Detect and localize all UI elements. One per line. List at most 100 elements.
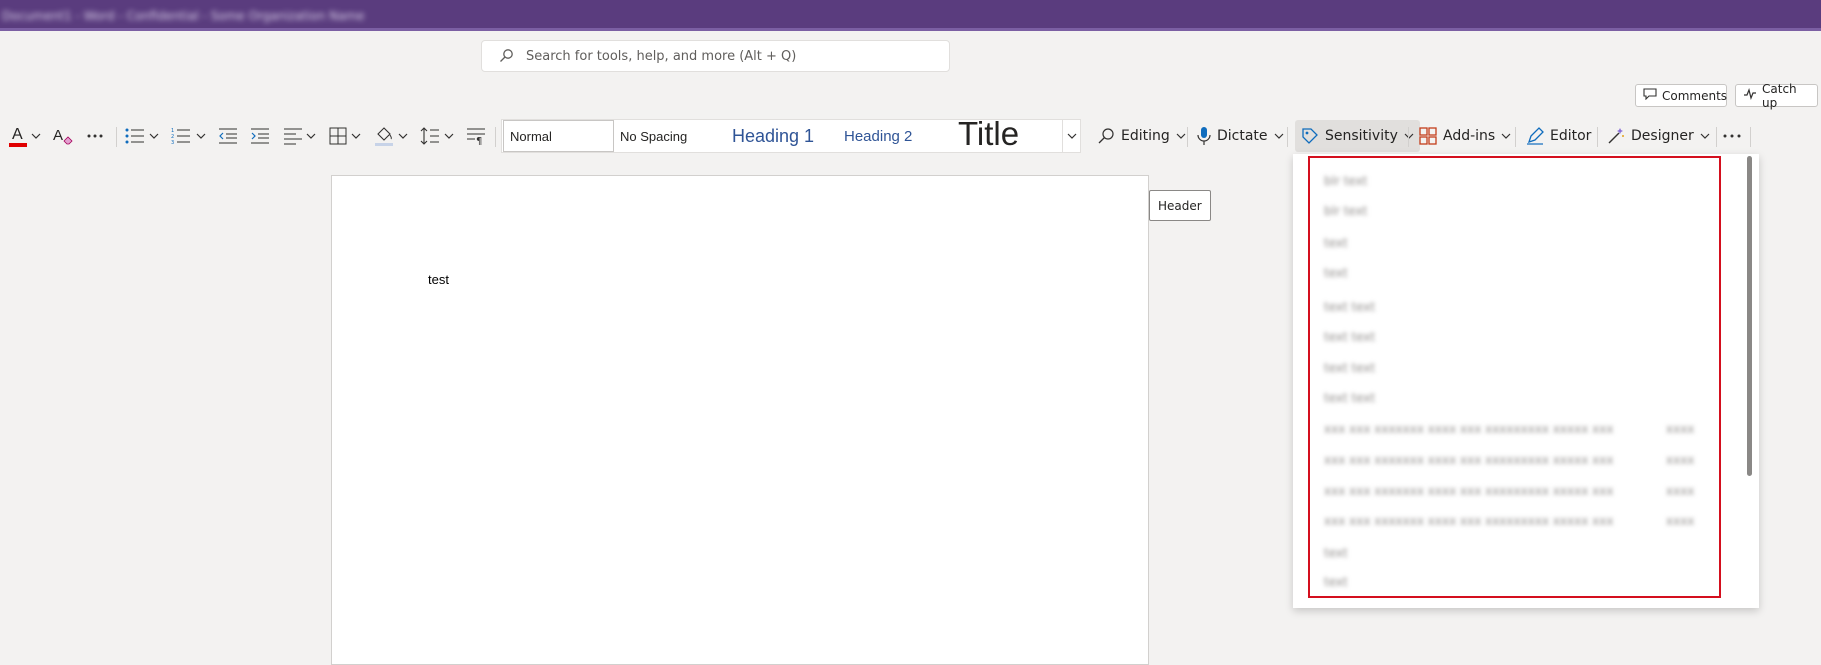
paragraph-marks-button[interactable]: ¶ [466, 118, 486, 154]
svg-text:¶: ¶ [476, 136, 482, 145]
styles-gallery: Normal No Spacing Heading 1 Heading 2 Ti… [501, 115, 1081, 153]
align-dropdown[interactable] [306, 118, 316, 154]
bullets-dropdown[interactable] [149, 118, 159, 154]
sensitivity-menu-item[interactable]: text text [1324, 391, 1375, 405]
search-box[interactable]: Search for tools, help, and more (Alt + … [481, 40, 950, 72]
increase-indent-icon [251, 128, 269, 144]
sensitivity-menu-item-tail: xxxx [1666, 514, 1695, 528]
comments-button[interactable]: Comments [1635, 84, 1727, 107]
window-title: Document1 - Word - Confidential - Some O… [2, 9, 365, 23]
borders-dropdown[interactable] [351, 118, 361, 154]
sensitivity-menu-item-label: blr text [1324, 174, 1368, 188]
sensitivity-menu-item-tail: xxxx [1666, 484, 1695, 498]
numbering-button[interactable]: 123 [171, 118, 191, 154]
document-body-text[interactable]: test [428, 272, 449, 287]
chevron-down-icon [351, 133, 361, 139]
sensitivity-menu-item[interactable]: text text [1324, 330, 1375, 344]
style-normal[interactable]: Normal [503, 120, 614, 152]
borders-button[interactable] [329, 118, 347, 154]
more-options-button[interactable] [1723, 118, 1741, 154]
document-page[interactable]: test [331, 175, 1149, 665]
svg-text:A: A [53, 127, 63, 144]
title-bar: Document1 - Word - Confidential - Some O… [0, 0, 1821, 31]
font-color-button[interactable]: A [8, 118, 28, 154]
editor-label: Editor [1550, 128, 1592, 144]
chevron-down-icon [444, 133, 454, 139]
chevron-down-icon [1274, 133, 1283, 139]
sensitivity-menu-item-tail: xxxx [1666, 453, 1695, 467]
chevron-down-icon [196, 133, 206, 139]
catch-up-button[interactable]: Catch up [1735, 81, 1818, 110]
decrease-indent-button[interactable] [218, 118, 238, 154]
sensitivity-button[interactable]: Sensitivity [1295, 120, 1420, 152]
style-title[interactable]: Title [958, 115, 1019, 152]
font-color-dropdown[interactable] [31, 118, 41, 154]
sensitivity-menu-item-label: text text [1324, 361, 1376, 375]
separator [1287, 127, 1288, 147]
shading-dropdown[interactable] [398, 118, 408, 154]
decrease-indent-icon [219, 128, 237, 144]
magic-wand-icon [1608, 128, 1624, 144]
sensitivity-menu-item[interactable]: xxx xxx xxxxxxx xxxx xxx xxxxxxxxx xxxxx… [1324, 422, 1694, 436]
sensitivity-menu-item-label: xxx xxx xxxxxxx xxxx xxx xxxxxxxxx xxxxx… [1324, 484, 1614, 498]
sensitivity-menu-item[interactable]: text text [1324, 361, 1375, 375]
separator [1408, 127, 1409, 147]
sensitivity-menu-item-label: blr text [1324, 204, 1368, 218]
paint-bucket-icon [375, 127, 393, 146]
separator [1750, 127, 1751, 147]
align-button[interactable] [283, 118, 303, 154]
sensitivity-menu-item[interactable]: text [1324, 266, 1348, 280]
chevron-down-icon [306, 133, 316, 139]
sensitivity-menu-item-tail: xxxx [1666, 422, 1695, 436]
editing-button[interactable]: Editing [1097, 118, 1186, 154]
align-left-icon [284, 128, 302, 145]
sensitivity-menu-item[interactable]: text [1324, 546, 1348, 560]
borders-icon [329, 127, 347, 145]
addins-button[interactable]: Add-ins [1419, 118, 1511, 154]
line-spacing-dropdown[interactable] [444, 118, 454, 154]
pulse-icon [1743, 88, 1757, 103]
chevron-down-icon [1067, 133, 1076, 139]
ellipsis-icon [1723, 134, 1741, 138]
sensitivity-menu-item[interactable]: text text [1324, 300, 1375, 314]
ellipsis-icon [87, 134, 103, 138]
sensitivity-menu-item[interactable]: xxx xxx xxxxxxx xxxx xxx xxxxxxxxx xxxxx… [1324, 484, 1694, 498]
sensitivity-menu-item-label: xxx xxx xxxxxxx xxxx xxx xxxxxxxxx xxxxx… [1324, 514, 1614, 528]
style-heading-2[interactable]: Heading 2 [844, 120, 912, 152]
shading-button[interactable] [374, 118, 394, 154]
styles-more-button[interactable] [1062, 120, 1080, 152]
sensitivity-menu-item-label: xxx xxx xxxxxxx xxxx xxx xxxxxxxxx xxxxx… [1324, 453, 1614, 467]
apps-grid-icon [1419, 127, 1437, 145]
bullets-button[interactable] [125, 118, 145, 154]
style-no-spacing[interactable]: No Spacing [620, 120, 687, 152]
line-spacing-button[interactable] [420, 118, 440, 154]
sensitivity-menu-item[interactable]: text [1324, 236, 1348, 250]
separator [495, 127, 496, 147]
editor-button[interactable]: Editor [1526, 118, 1591, 154]
separator [1515, 127, 1516, 147]
numbering-dropdown[interactable] [196, 118, 206, 154]
comments-label: Comments [1662, 88, 1728, 103]
sensitivity-menu-item[interactable]: xxx xxx xxxxxxx xxxx xxx xxxxxxxxx xxxxx… [1324, 453, 1694, 467]
style-heading-1[interactable]: Heading 1 [732, 120, 814, 152]
increase-indent-button[interactable] [250, 118, 270, 154]
separator [1187, 127, 1188, 147]
search-icon [498, 47, 516, 65]
paragraph-icon: ¶ [467, 128, 485, 145]
designer-button[interactable]: Designer [1607, 118, 1710, 154]
more-font-options-button[interactable] [87, 118, 103, 154]
sensitivity-menu-item[interactable]: text [1324, 575, 1348, 589]
header-tag[interactable]: Header [1149, 190, 1211, 221]
chevron-down-icon [31, 133, 41, 139]
catch-up-label: Catch up [1762, 81, 1797, 110]
microphone-icon [1197, 127, 1211, 145]
highlight-box [1308, 156, 1721, 598]
sensitivity-icon [1302, 128, 1318, 144]
scrollbar-thumb[interactable] [1747, 156, 1752, 476]
sensitivity-menu-item[interactable]: xxx xxx xxxxxxx xxxx xxx xxxxxxxxx xxxxx… [1324, 514, 1694, 528]
sensitivity-menu-item[interactable]: blr text [1324, 204, 1367, 218]
dictate-button[interactable]: Dictate [1197, 118, 1284, 154]
sensitivity-menu-item[interactable]: blr text [1324, 174, 1367, 188]
sensitivity-menu-item-label: text [1324, 546, 1348, 560]
clear-formatting-button[interactable]: A [52, 118, 74, 154]
